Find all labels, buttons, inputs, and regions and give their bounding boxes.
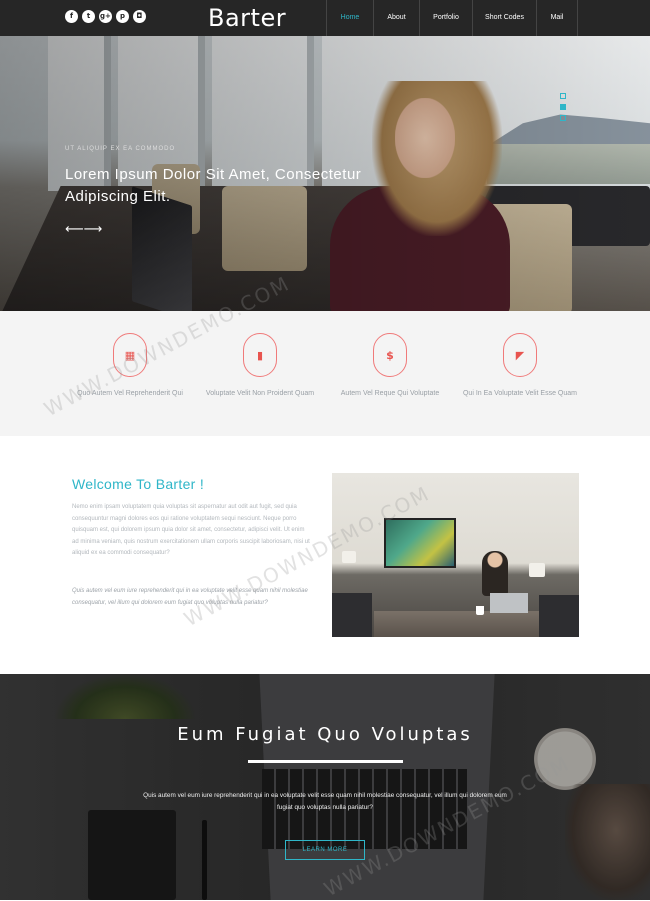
feature-item: ▦ Quo Autem Vel Reprehenderit Qui	[65, 333, 195, 401]
feature-label: Autem Vel Reque Qui Voluptate	[340, 390, 440, 397]
chair	[332, 593, 372, 637]
menu-item-short-codes[interactable]: Short Codes	[472, 0, 536, 36]
instagram-icon[interactable]: ◘	[133, 10, 146, 23]
cta-title: Eum Fugiat Quo Voluptas	[177, 724, 473, 745]
twitter-icon[interactable]: t	[82, 10, 95, 23]
welcome-quote: Quis autem vel eum iure reprehenderit qu…	[72, 588, 308, 606]
welcome-section: Welcome To Barter ! Nemo enim ipsam volu…	[0, 436, 650, 674]
calendar-icon[interactable]: ▦	[113, 333, 147, 377]
brand-logo[interactable]: Barter	[208, 4, 286, 32]
lamp	[529, 563, 545, 577]
menu-item-mail[interactable]: Mail	[536, 0, 578, 36]
menu-item-portfolio[interactable]: Portfolio	[419, 0, 472, 36]
feature-label: Voluptate Velit Non Proident Quam	[205, 390, 315, 397]
dollar-icon[interactable]: $	[373, 333, 407, 377]
slide-indicator-1[interactable]	[560, 93, 566, 99]
lamp	[342, 551, 356, 563]
menu-item-home[interactable]: Home	[326, 0, 373, 36]
desk	[374, 611, 544, 637]
office-image	[332, 473, 579, 637]
bar-chart-icon[interactable]: ▮	[243, 333, 277, 377]
feature-item: ◤ Qui In Ea Voluptate Velit Esse Quam	[455, 333, 585, 401]
feature-label: Quo Autem Vel Reprehenderit Qui	[77, 390, 183, 397]
cta-overlay	[0, 674, 650, 900]
hero-headline: Lorem Ipsum Dolor Sit Amet, Consectetur …	[65, 166, 362, 205]
features-section: ▦ Quo Autem Vel Reprehenderit Qui ▮ Volu…	[0, 311, 650, 436]
laptop-image	[490, 593, 528, 613]
facebook-icon[interactable]: f	[65, 10, 78, 23]
feature-item: ▮ Voluptate Velit Non Proident Quam	[195, 333, 325, 401]
hero-slider: UT ALIQUIP EX EA COMMODO Lorem Ipsum Dol…	[0, 36, 650, 311]
wall-painting	[384, 518, 456, 568]
slider-arrows-icon[interactable]: ⟵⟶	[65, 221, 102, 237]
hero-kicker: UT ALIQUIP EX EA COMMODO	[65, 146, 176, 152]
feature-item: $ Autem Vel Reque Qui Voluptate	[325, 333, 455, 401]
social-links: f t g+ p ◘	[65, 10, 146, 23]
main-menu: Home About Portfolio Short Codes Mail	[326, 0, 578, 36]
slide-indicator-3[interactable]	[560, 115, 566, 121]
top-navbar: f t g+ p ◘ Barter Home About Portfolio S…	[0, 0, 650, 36]
feature-label: Qui In Ea Voluptate Velit Esse Quam	[462, 390, 577, 397]
welcome-paragraph: Nemo enim ipsam voluptatem quia voluptas…	[72, 504, 310, 556]
welcome-title: Welcome To Barter !	[72, 476, 205, 492]
cta-section: Eum Fugiat Quo Voluptas Quis autem vel e…	[0, 674, 650, 900]
cta-divider	[248, 760, 403, 763]
learn-more-button[interactable]: LEARN MORE	[285, 840, 365, 860]
presentation-icon[interactable]: ◤	[503, 333, 537, 377]
slide-indicator-2[interactable]	[560, 104, 566, 110]
google-plus-icon[interactable]: g+	[99, 10, 112, 23]
woman-figure	[482, 551, 508, 596]
menu-item-about[interactable]: About	[373, 0, 419, 36]
chair	[539, 595, 579, 637]
cup	[476, 606, 484, 615]
pinterest-icon[interactable]: p	[116, 10, 129, 23]
cta-text: Quis autem vel eum iure reprehenderit qu…	[143, 792, 507, 811]
slider-indicators	[560, 93, 566, 121]
